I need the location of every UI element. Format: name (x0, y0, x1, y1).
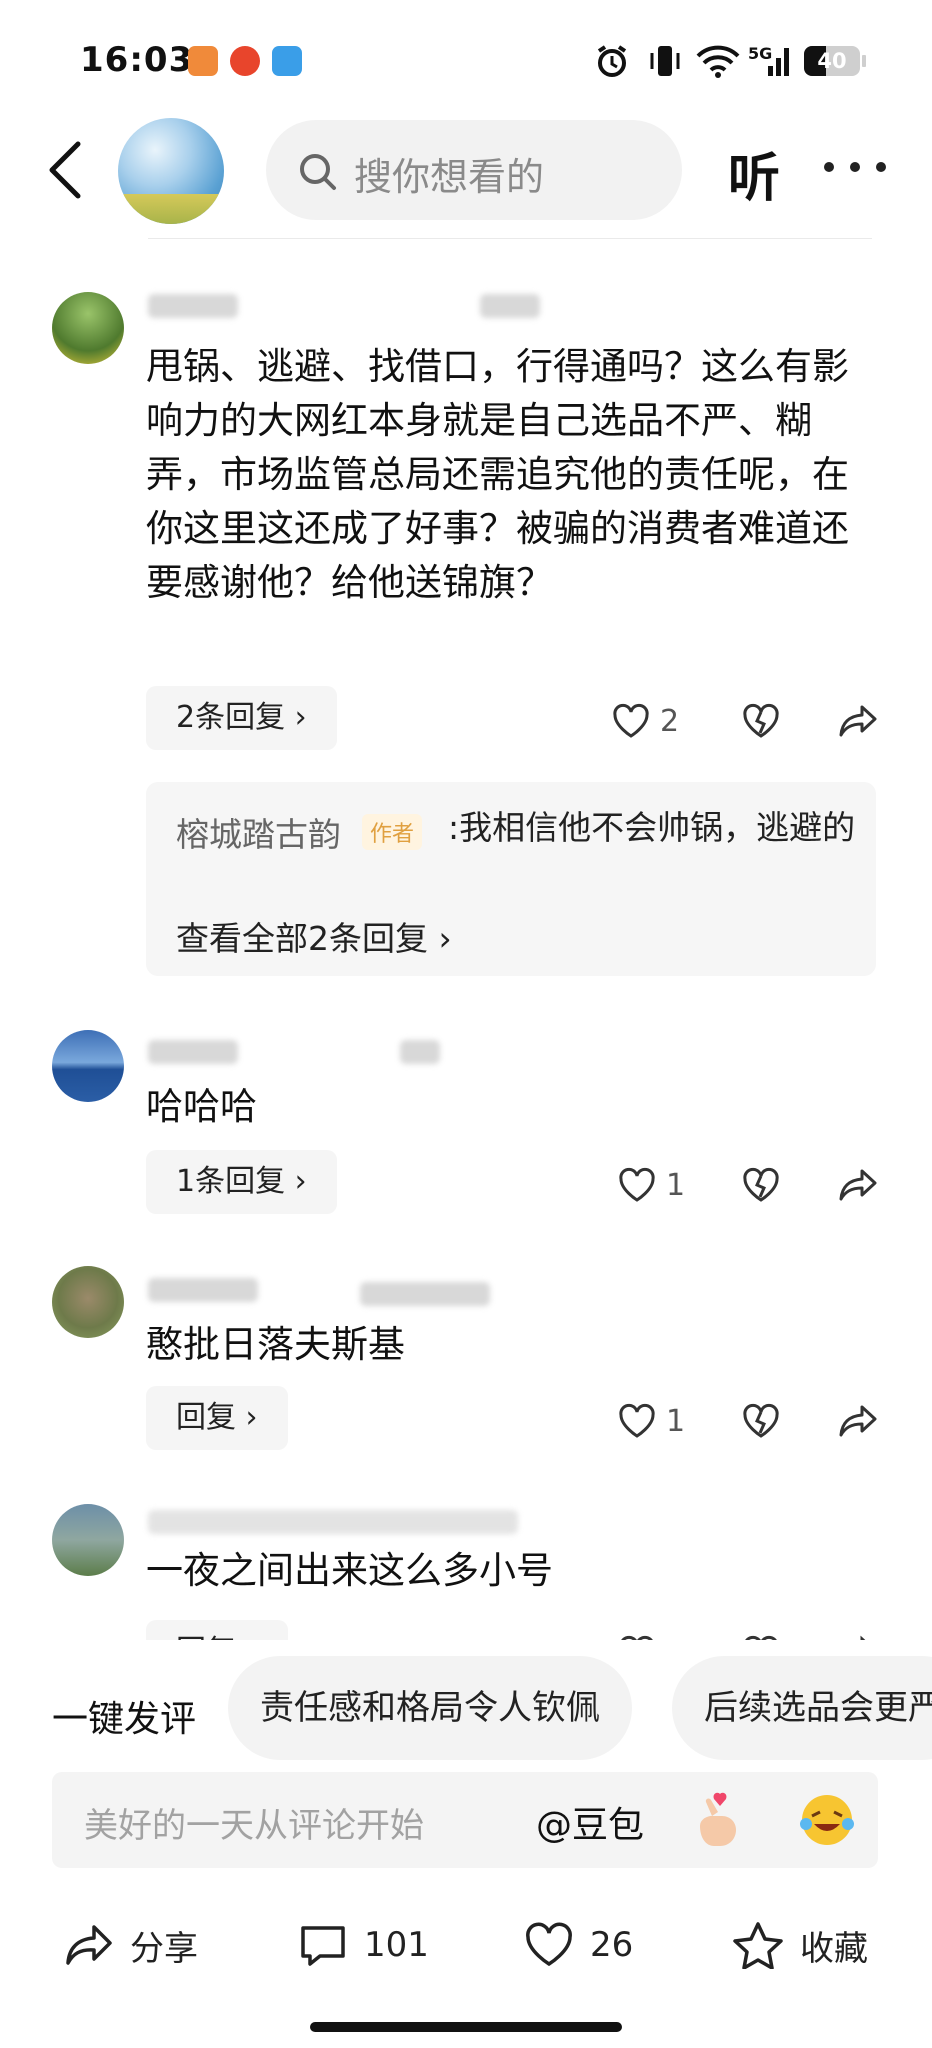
like-count: 2 (660, 703, 680, 739)
reply-button[interactable]: 回复 › (146, 1620, 288, 1640)
likes-count: 26 (590, 1925, 634, 1965)
commenter-avatar[interactable] (52, 1266, 124, 1338)
broken-heart-icon (743, 1403, 779, 1438)
share-comment-button[interactable] (838, 1628, 878, 1640)
comments-count: 101 (364, 1925, 429, 1965)
star-icon (733, 1922, 783, 1969)
comment-icon (301, 1926, 345, 1966)
more-options-button[interactable] (824, 162, 888, 174)
reply-button[interactable]: 回复 › (146, 1386, 288, 1450)
like-button[interactable]: 1 (618, 1396, 685, 1446)
quick-comment-chip[interactable]: 责任感和格局令人钦佩 (228, 1656, 632, 1760)
wifi-icon (696, 44, 740, 78)
mention-doubao-button[interactable]: @豆包 (536, 1796, 644, 1848)
view-replies-button[interactable]: 1条回复 › (146, 1150, 337, 1214)
blurred-meta (360, 1282, 490, 1306)
dislike-button[interactable] (742, 1396, 780, 1446)
comment-clip-region: 一夜之间出来这么多小号 回复 › 1 (0, 1490, 932, 1640)
chat-app-icon (272, 46, 302, 76)
author-avatar[interactable] (118, 118, 224, 224)
commenter-avatar[interactable] (52, 1504, 124, 1576)
listen-button[interactable]: 听 (728, 136, 780, 211)
like-button[interactable]: 1 (618, 1160, 685, 1210)
share-icon (66, 1925, 112, 1965)
comment-text: 一夜之间出来这么多小号 (146, 1549, 553, 1592)
favorite-label: 收藏 (800, 1928, 868, 1969)
comment-input-placeholder: 美好的一天从评论开始 (84, 1806, 424, 1846)
status-bar: 16:03 5G 40 (0, 0, 932, 120)
share-label: 分享 (130, 1928, 198, 1969)
share-icon (839, 1169, 877, 1201)
reader-app-icon (188, 46, 218, 76)
dislike-button[interactable] (742, 696, 780, 746)
signal-icon (752, 44, 792, 78)
blurred-meta (480, 294, 540, 318)
search-icon (298, 152, 338, 192)
heart-icon (613, 703, 649, 738)
like-count: 1 (666, 1167, 686, 1203)
view-all-replies-link[interactable]: 查看全部2条回复 › (176, 912, 452, 960)
commenter-avatar[interactable] (52, 292, 124, 364)
search-placeholder: 搜你想看的 (354, 155, 545, 199)
reply-preview[interactable]: :我相信他不会帅锅，逃避的 榕城踏古韵 作者 查看全部2条回复 › (146, 782, 876, 976)
weibo-app-icon (230, 46, 260, 76)
status-time: 16:03 (80, 40, 194, 80)
share-button[interactable]: 分享 (64, 1912, 198, 1978)
heart-icon (526, 1922, 572, 1967)
battery-icon: 40 (804, 44, 866, 78)
like-button[interactable]: 2 (612, 696, 679, 746)
like-post-button[interactable]: 26 (524, 1912, 633, 1978)
search-input[interactable]: 搜你想看的 (266, 120, 682, 220)
comment-text: 甩锅、逃避、找借口，行得通吗？这么有影响力的大网红本身就是自己选品不严、糊弄，市… (146, 345, 849, 604)
quick-comment-row: 责任感和格局令人钦佩 后续选品会更严 (0, 1640, 932, 1770)
vibrate-icon (648, 44, 682, 78)
header-divider (148, 238, 872, 239)
heart-icon (619, 1167, 655, 1202)
comment-text: 憨批日落夫斯基 (146, 1323, 405, 1366)
broken-heart-icon (743, 1167, 779, 1202)
laughing-emoji-button[interactable] (798, 1790, 856, 1850)
blurred-username (148, 1510, 518, 1534)
broken-heart-icon (743, 703, 779, 738)
quick-comment-chip[interactable]: 后续选品会更严 (672, 1656, 932, 1760)
view-replies-button[interactable]: 2条回复 › (146, 686, 337, 750)
blurred-username (148, 1040, 238, 1064)
back-button[interactable] (44, 140, 88, 200)
like-count: 1 (666, 1403, 686, 1439)
author-badge: 作者 (362, 814, 423, 850)
battery-level: 40 (817, 49, 847, 73)
like-button[interactable]: 1 (618, 1628, 685, 1640)
dislike-button[interactable] (742, 1160, 780, 1210)
share-comment-button[interactable] (838, 1396, 878, 1446)
share-icon (839, 1405, 877, 1437)
share-icon (839, 705, 877, 737)
heart-icon (619, 1403, 655, 1438)
home-indicator[interactable] (310, 2022, 622, 2032)
comment-input[interactable]: 美好的一天从评论开始 @豆包 (52, 1772, 878, 1868)
alarm-icon (594, 44, 630, 78)
share-comment-button[interactable] (838, 696, 878, 746)
commenter-avatar[interactable] (52, 1030, 124, 1102)
comment-text: 哈哈哈 (146, 1085, 257, 1128)
finger-heart-emoji-button[interactable] (690, 1790, 746, 1850)
blurred-username (148, 294, 238, 318)
favorite-button[interactable]: 收藏 (732, 1912, 868, 1978)
share-comment-button[interactable] (838, 1160, 878, 1210)
dislike-button[interactable] (742, 1628, 780, 1640)
reply-author[interactable]: 榕城踏古韵 (176, 808, 341, 856)
comments-button[interactable]: 101 (298, 1912, 429, 1978)
blurred-meta (400, 1040, 440, 1064)
blurred-username (148, 1278, 258, 1302)
